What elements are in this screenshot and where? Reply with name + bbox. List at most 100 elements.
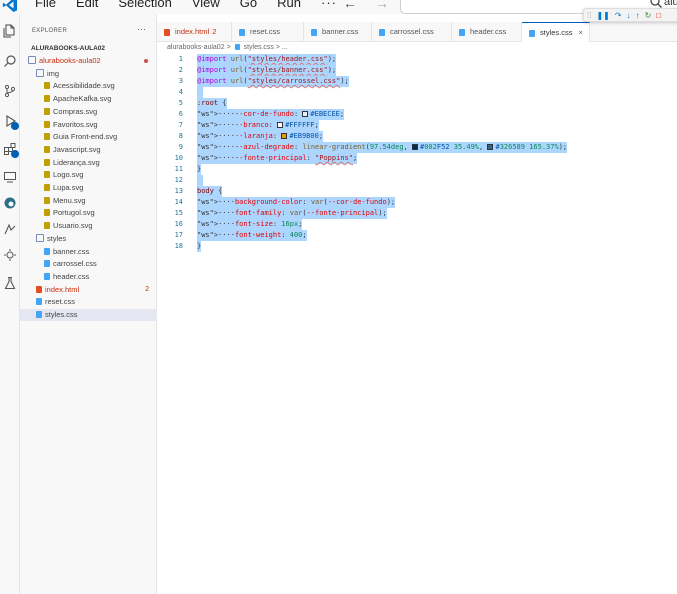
tree-item-label: Portugol.svg bbox=[53, 208, 95, 218]
tree-item[interactable]: img bbox=[20, 68, 157, 80]
code-line: 7 "ws">····--branco: #FFFFFF; bbox=[157, 120, 677, 131]
tree-item[interactable]: Compras.svg bbox=[20, 106, 157, 118]
tree-item[interactable]: Portugol.svg bbox=[20, 207, 157, 219]
explorer-sidebar: EXPLORER ··· ALURABOOKS-AULA02 alurabook… bbox=[20, 14, 157, 594]
menu-file[interactable]: File bbox=[35, 0, 56, 10]
breadcrumb-root[interactable]: alurabooks-aula02 bbox=[167, 44, 225, 51]
tab-problem-count: 2 bbox=[212, 27, 217, 36]
tree-item[interactable]: ApacheKafka.svg bbox=[20, 93, 157, 105]
tree-item-label: Menu.svg bbox=[53, 195, 86, 205]
live-share-activity[interactable] bbox=[0, 218, 20, 240]
testing-activity[interactable] bbox=[0, 272, 20, 294]
source-control-icon bbox=[4, 84, 16, 98]
edge-activity[interactable] bbox=[0, 192, 20, 214]
tree-item[interactable]: Logo.svg bbox=[20, 169, 157, 181]
svg-file-icon bbox=[44, 222, 50, 230]
tree-item[interactable]: styles.css bbox=[20, 309, 157, 321]
tree-item[interactable]: Menu.svg bbox=[20, 195, 157, 207]
forward-arrow-icon[interactable]: → bbox=[375, 0, 389, 11]
editor-tabs: index.html 2 reset.css banner.css carrossel.… bbox=[157, 22, 677, 42]
color-swatch-icon[interactable] bbox=[487, 144, 494, 150]
tree-item-label: header.css bbox=[53, 271, 90, 281]
tab-banner-css[interactable]: banner.css bbox=[304, 22, 372, 42]
menu-selection[interactable]: Selection bbox=[118, 0, 171, 10]
tree-item[interactable]: Acessibilidade.svg bbox=[20, 80, 157, 92]
tree-item[interactable]: styles bbox=[20, 233, 157, 245]
tab-reset-css[interactable]: reset.css bbox=[232, 22, 304, 42]
code-line: 14 "ws">····background-color: var(--cor-d… bbox=[157, 197, 677, 208]
tree-item-label: Usuario.svg bbox=[53, 221, 93, 231]
tree-item[interactable]: header.css bbox=[20, 271, 157, 283]
tree-item[interactable]: carrossel.css bbox=[20, 258, 157, 270]
color-swatch-icon[interactable] bbox=[411, 144, 418, 150]
line-number: 13 bbox=[174, 187, 183, 195]
color-swatch-icon[interactable] bbox=[302, 111, 309, 117]
search-text: alura bbox=[664, 0, 677, 8]
pause-icon[interactable]: ❚❚ bbox=[596, 11, 609, 20]
step-out-icon[interactable]: ↑ bbox=[636, 11, 640, 20]
tab-carrossel-css[interactable]: carrossel.css bbox=[372, 22, 452, 42]
code-line: 3 @import url("styles/carrossel.css"); bbox=[157, 76, 677, 87]
restart-icon[interactable]: ↻ bbox=[645, 11, 652, 20]
tree-item[interactable]: banner.css bbox=[20, 246, 157, 258]
close-icon[interactable]: × bbox=[579, 28, 583, 37]
tab-label: header.css bbox=[470, 27, 507, 36]
css-file-icon bbox=[529, 30, 535, 37]
remote-explorer-activity[interactable] bbox=[0, 166, 20, 188]
tree-item-label: Guia Front-end.svg bbox=[53, 132, 118, 142]
explorer-activity[interactable] bbox=[0, 20, 20, 42]
tree-item-label: Favoritos.svg bbox=[53, 119, 98, 129]
project-root[interactable]: ALURABOOKS-AULA02 bbox=[20, 42, 157, 54]
code-line: 10 "ws">····--fonte-principal: "Poppins"; bbox=[157, 153, 677, 164]
menu-edit[interactable]: Edit bbox=[76, 0, 98, 10]
menu-view[interactable]: View bbox=[192, 0, 220, 10]
tree-item-label: alurabooks-aula02 bbox=[39, 56, 101, 65]
tree-item[interactable]: Lupa.svg bbox=[20, 182, 157, 194]
tree-item[interactable]: Usuario.svg bbox=[20, 220, 157, 232]
tree-item[interactable]: Favoritos.svg bbox=[20, 119, 157, 131]
stop-icon[interactable]: □ bbox=[656, 11, 661, 20]
tree-item-label: styles bbox=[47, 233, 67, 243]
explorer-more-button[interactable]: ··· bbox=[137, 24, 146, 34]
accounts-activity[interactable] bbox=[0, 244, 20, 266]
line-number: 14 bbox=[174, 198, 183, 206]
code-line: 9 "ws">····--azul-degrade: linear-gradien… bbox=[157, 142, 677, 153]
extensions-activity[interactable] bbox=[0, 138, 20, 160]
code-text bbox=[197, 175, 203, 186]
menu-run[interactable]: Run bbox=[277, 0, 301, 10]
source-control-activity[interactable] bbox=[0, 80, 20, 102]
tree-item[interactable]: Guia Front-end.svg bbox=[20, 131, 157, 143]
svg-file-icon bbox=[44, 145, 50, 153]
run-debug-activity[interactable] bbox=[0, 110, 20, 132]
step-over-icon[interactable]: ↷ bbox=[615, 11, 622, 20]
svg-file-icon bbox=[44, 133, 50, 141]
menu-more[interactable]: ··· bbox=[321, 0, 337, 10]
search-activity[interactable] bbox=[0, 50, 20, 72]
css-file-icon bbox=[239, 29, 245, 36]
drag-grip-icon[interactable]: ⁞⁞ bbox=[587, 11, 591, 20]
tree-item[interactable]: reset.css bbox=[20, 296, 157, 308]
breadcrumb-symbols[interactable]: ... bbox=[282, 44, 288, 51]
step-into-icon[interactable]: ↓ bbox=[627, 11, 631, 20]
color-swatch-icon[interactable] bbox=[277, 122, 284, 128]
tree-item[interactable]: index.html 2 bbox=[20, 284, 157, 296]
back-arrow-icon[interactable]: ← bbox=[343, 0, 357, 11]
color-swatch-icon[interactable] bbox=[281, 133, 288, 139]
code-editor[interactable]: 1 @import url("styles/header.css"); 2 @impo… bbox=[157, 52, 677, 594]
code-line: 15 "ws">····font-family: var(--fonte-prin… bbox=[157, 208, 677, 219]
code-text: body { bbox=[197, 186, 223, 197]
tab-label: reset.css bbox=[250, 27, 281, 36]
css-file-icon bbox=[44, 260, 50, 268]
tab-header-css[interactable]: header.css bbox=[452, 22, 522, 42]
tree-item[interactable]: Liderança.svg bbox=[20, 157, 157, 169]
breadcrumb-separator: > bbox=[275, 44, 280, 51]
tree-item[interactable]: Javascript.svg bbox=[20, 144, 157, 156]
tab-index-html[interactable]: index.html 2 bbox=[157, 22, 232, 42]
html-file-icon bbox=[164, 29, 170, 36]
tab-styles-css[interactable]: styles.css × bbox=[522, 22, 590, 42]
menu-go[interactable]: Go bbox=[240, 0, 257, 10]
problem-count-badge: 2 bbox=[145, 285, 149, 293]
tree-item[interactable]: alurabooks-aula02 bbox=[20, 55, 157, 67]
breadcrumb-file[interactable]: styles.css bbox=[244, 44, 274, 51]
line-number: 12 bbox=[174, 176, 183, 184]
